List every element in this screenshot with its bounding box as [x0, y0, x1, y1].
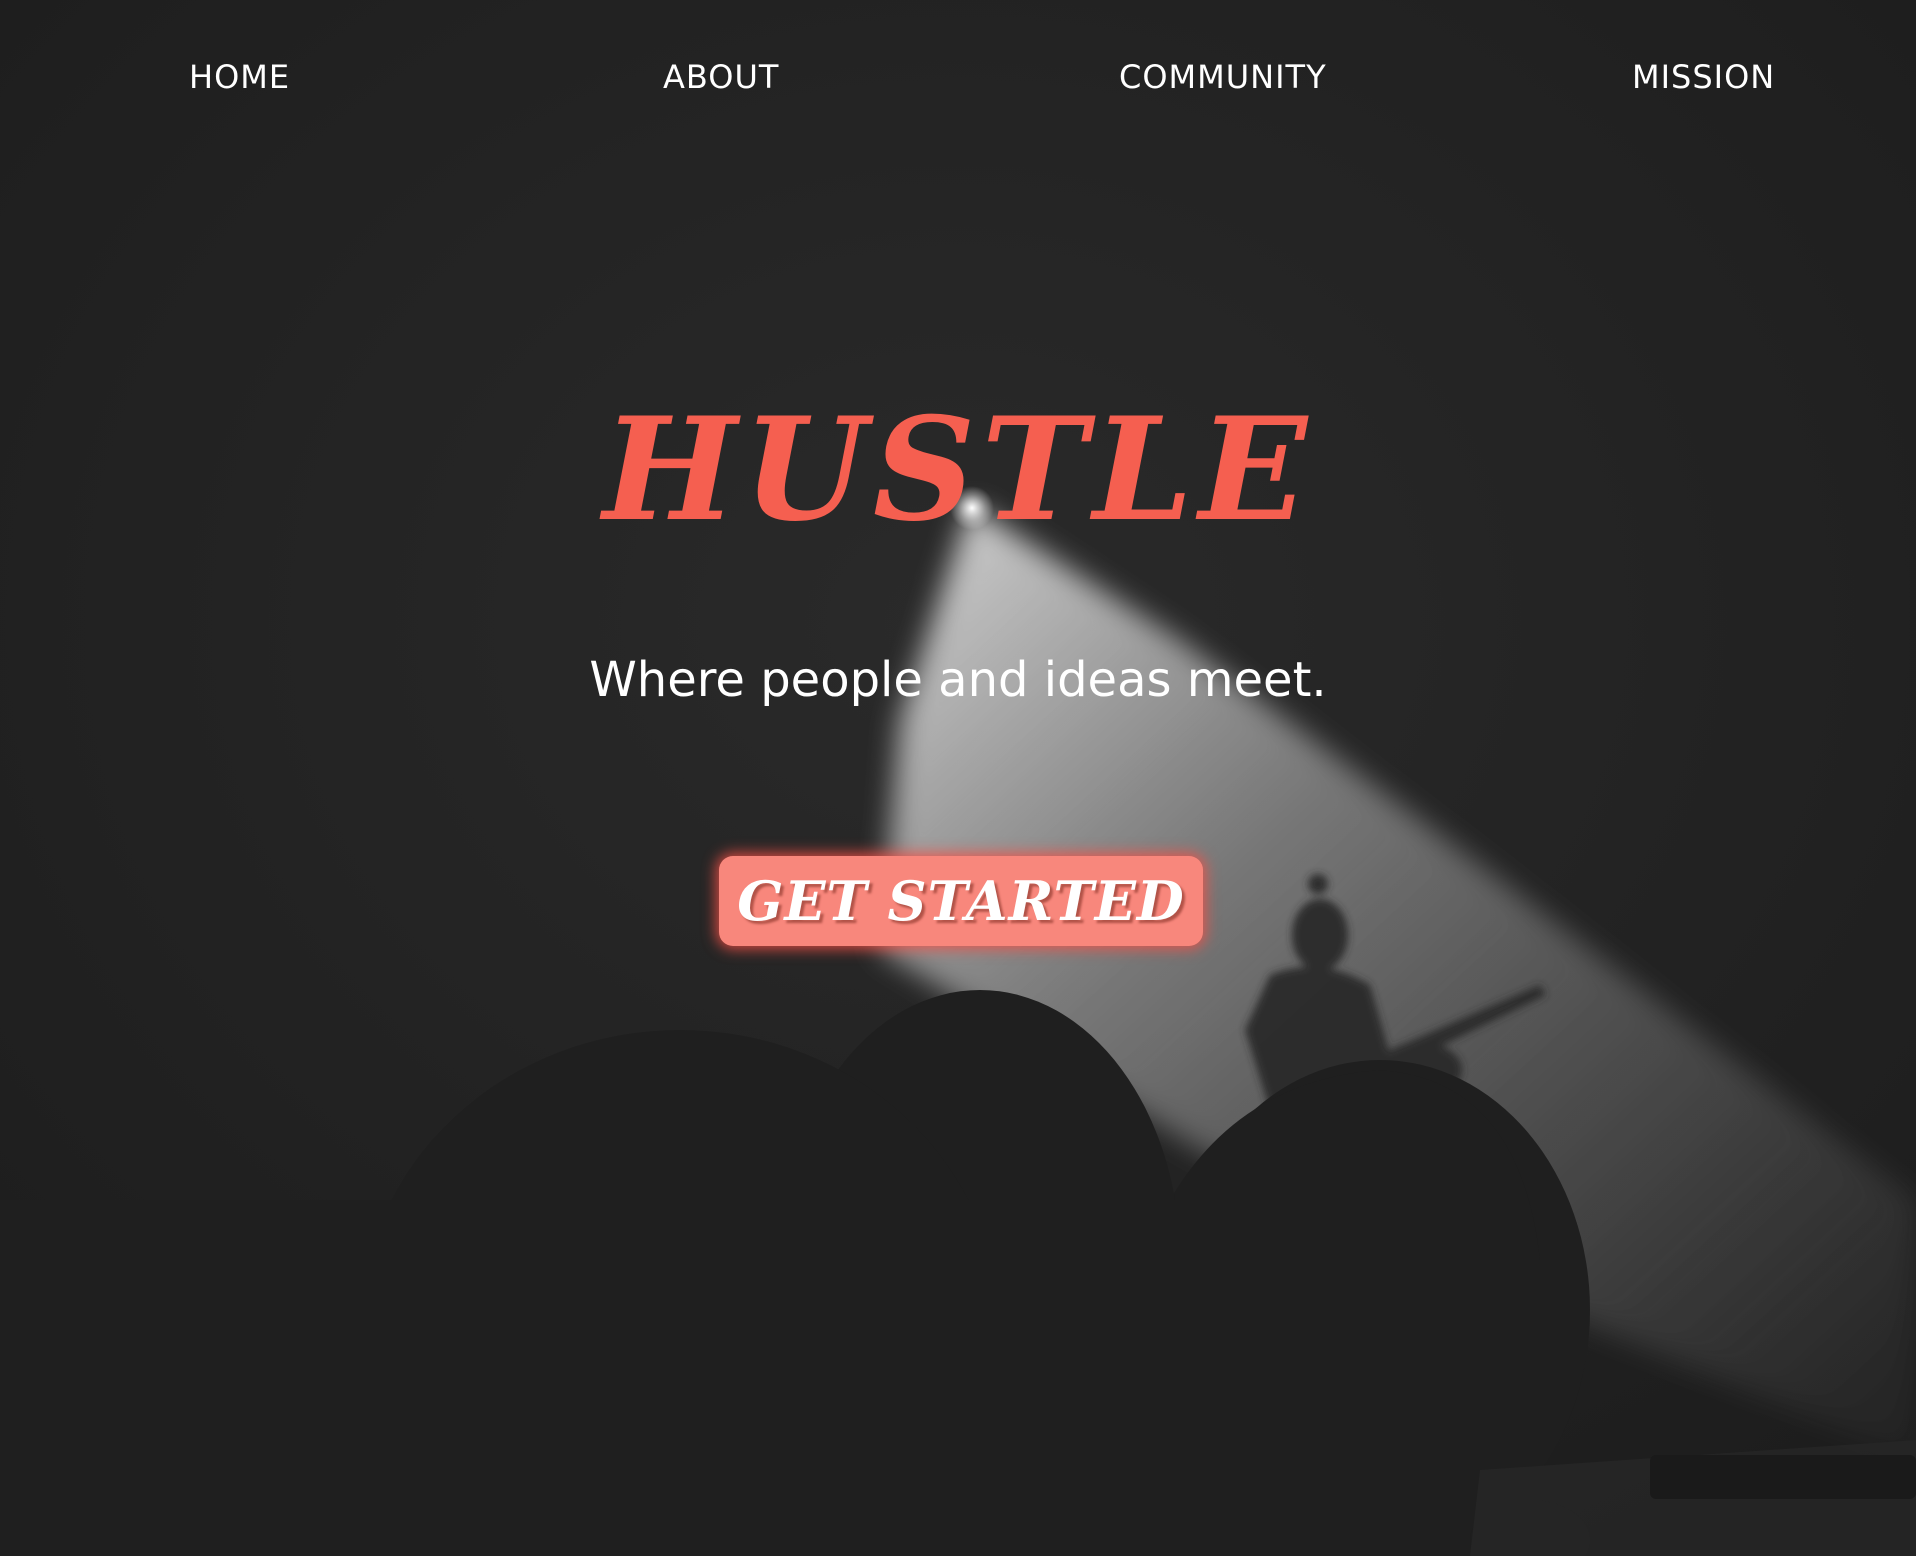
hero-title: HUSTLE: [602, 387, 1314, 553]
concert-background-image: [0, 0, 1916, 1556]
nav-link-community[interactable]: COMMUNITY: [1119, 58, 1327, 96]
get-started-button[interactable]: GET STARTED: [719, 856, 1203, 946]
top-navigation: HOME ABOUT COMMUNITY MISSION: [0, 58, 1916, 102]
landing-page: HOME ABOUT COMMUNITY MISSION HUSTLE Wher…: [0, 0, 1916, 1556]
nav-link-about[interactable]: ABOUT: [663, 58, 779, 96]
hero-tagline: Where people and ideas meet.: [589, 652, 1327, 708]
nav-link-home[interactable]: HOME: [189, 58, 290, 96]
nav-link-mission[interactable]: MISSION: [1632, 58, 1775, 96]
